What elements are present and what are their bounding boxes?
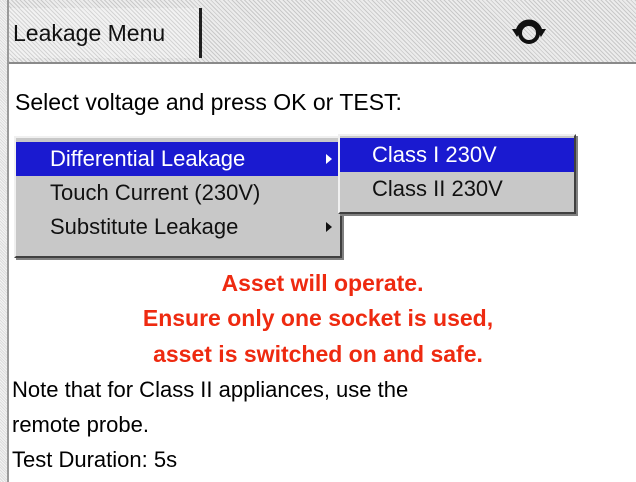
submenu-arrow-icon — [326, 154, 332, 164]
menu-item-substitute-leakage[interactable]: Substitute Leakage — [16, 210, 340, 244]
refresh-cycle-icon[interactable] — [509, 13, 549, 49]
tab-label: Leakage Menu — [13, 19, 166, 46]
menu-item-label: Differential Leakage — [50, 146, 246, 171]
note-line-1: Note that for Class II appliances, use t… — [12, 377, 409, 402]
submenu-item-class-i[interactable]: Class I 230V — [340, 138, 574, 172]
screen-left-border — [0, 0, 9, 482]
submenu-item-class-ii[interactable]: Class II 230V — [340, 172, 574, 206]
test-duration: Test Duration: 5s — [12, 447, 178, 472]
warning-line-2: Ensure only one socket is used, — [142, 305, 494, 331]
prompt-text: Select voltage and press OK or TEST: — [15, 89, 402, 115]
tab-leakage-menu[interactable]: Leakage Menu — [9, 8, 202, 58]
warning-line-3: asset is switched on and safe. — [153, 341, 483, 367]
menu-item-touch-current[interactable]: Touch Current (230V) — [16, 176, 340, 210]
leakage-menu: Differential Leakage Touch Current (230V… — [14, 136, 342, 258]
submenu-item-label: Class I 230V — [372, 142, 497, 167]
submenu-item-label: Class II 230V — [372, 176, 503, 201]
submenu-arrow-icon — [326, 222, 332, 232]
menu-item-label: Substitute Leakage — [50, 214, 239, 239]
voltage-submenu: Class I 230V Class II 230V — [338, 134, 576, 214]
menu-item-label: Touch Current (230V) — [50, 180, 261, 205]
warning-line-1: Asset will operate. — [221, 270, 424, 296]
note-line-2: remote probe. — [12, 412, 149, 437]
menu-item-differential-leakage[interactable]: Differential Leakage — [16, 142, 340, 176]
title-bar: Leakage Menu — [9, 0, 636, 64]
